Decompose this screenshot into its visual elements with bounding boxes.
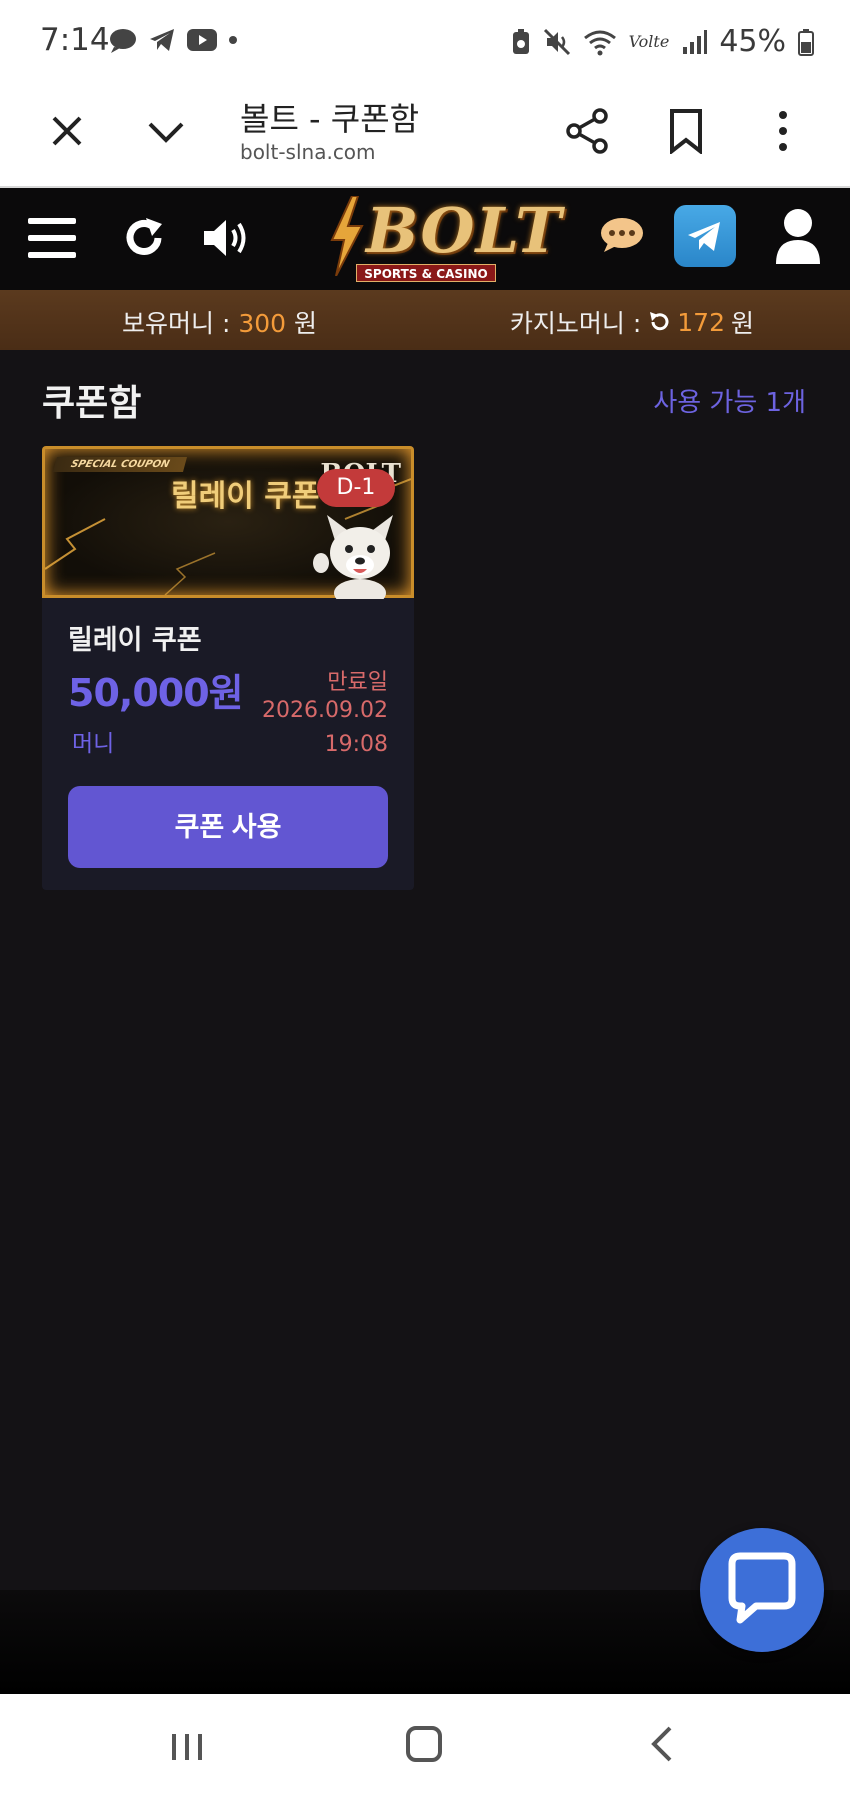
d-day-badge: D-1	[317, 469, 395, 507]
browser-toolbar: 볼트 - 쿠폰함 bolt-slna.com	[0, 84, 850, 188]
notification-icons	[108, 27, 238, 53]
user-icon[interactable]	[774, 208, 822, 264]
casino-unit: 원	[730, 309, 754, 338]
sound-icon[interactable]	[202, 216, 254, 260]
menu-icon[interactable]	[28, 216, 76, 260]
banner-title: 릴레이 쿠폰	[171, 479, 320, 514]
chat-bubble-icon	[728, 1552, 796, 1624]
site-header: BOLT SPORTS & CASINO	[0, 188, 850, 290]
telegram-notification-icon	[150, 29, 174, 51]
casino-value: 172	[677, 307, 725, 337]
money-label: 보유머니 :	[122, 309, 239, 338]
chat-notification-icon	[110, 29, 136, 53]
live-chat-button[interactable]	[700, 1528, 824, 1652]
system-nav-bar	[0, 1694, 850, 1794]
telegram-icon	[688, 222, 720, 251]
page-title: 쿠폰함	[42, 383, 142, 424]
casino-label: 카지노머니 :	[509, 309, 642, 338]
money-balance: 보유머니 : 300 원	[122, 304, 317, 340]
logo-subtitle: SPORTS & CASINO	[356, 264, 496, 282]
expiry-date: 2026.09.02	[262, 698, 388, 723]
money-unit: 원	[286, 309, 317, 338]
close-icon[interactable]	[46, 110, 88, 152]
balance-bar: 보유머니 : 300 원 카지노머니 : 172 원	[0, 290, 850, 350]
battery-percent: 45%	[719, 24, 786, 59]
wifi-icon	[583, 30, 616, 55]
logo-text: BOLT	[366, 194, 563, 267]
coupon-banner: SPECIAL COUPON 릴레이 쿠폰 BOLT D-1	[42, 446, 414, 599]
bookmark-icon[interactable]	[668, 108, 704, 154]
browser-url[interactable]: bolt-slna.com	[240, 140, 376, 164]
expiry-label: 만료일	[327, 670, 388, 695]
browser-title: 볼트 - 쿠폰함	[240, 100, 420, 138]
money-value: 300	[238, 309, 287, 338]
signal-icon	[683, 29, 708, 54]
coupon-card: SPECIAL COUPON 릴레이 쿠폰 BOLT D-1 릴레이 쿠폰 50…	[42, 446, 414, 890]
back-icon[interactable]	[648, 1726, 676, 1762]
chevron-down-icon[interactable]	[144, 110, 188, 154]
share-icon[interactable]	[564, 108, 610, 154]
dot-icon	[229, 36, 237, 44]
mascot-dog-icon	[313, 515, 393, 599]
special-coupon-tag: SPECIAL COUPON	[52, 457, 188, 472]
coupon-name: 릴레이 쿠폰	[68, 625, 202, 656]
more-options-icon[interactable]	[768, 108, 798, 154]
casino-refresh-icon[interactable]	[647, 310, 671, 334]
chat-icon[interactable]	[600, 217, 644, 253]
site-logo[interactable]: BOLT SPORTS & CASINO	[326, 192, 561, 286]
battery-icon	[798, 28, 814, 56]
coupon-type: 머니	[72, 731, 115, 757]
home-icon[interactable]	[406, 1726, 442, 1762]
volte-label: Volte	[628, 32, 670, 51]
status-time: 7:14	[40, 22, 110, 58]
available-count: 사용 가능 1개	[653, 388, 806, 418]
coupon-amount: 50,000원	[68, 671, 244, 715]
use-coupon-button[interactable]: 쿠폰 사용	[68, 786, 388, 868]
mute-icon	[543, 28, 570, 55]
expiry-time: 19:08	[324, 732, 388, 757]
status-right: Volte 45%	[511, 24, 814, 59]
refresh-icon[interactable]	[122, 216, 166, 260]
recent-apps-icon[interactable]	[170, 1730, 204, 1764]
youtube-notification-icon	[187, 29, 217, 51]
casino-balance: 카지노머니 : 172 원	[510, 304, 754, 340]
battery-saver-icon	[512, 28, 529, 54]
status-bar: 7:14 Volte 45%	[0, 0, 850, 84]
telegram-button[interactable]	[674, 205, 736, 267]
